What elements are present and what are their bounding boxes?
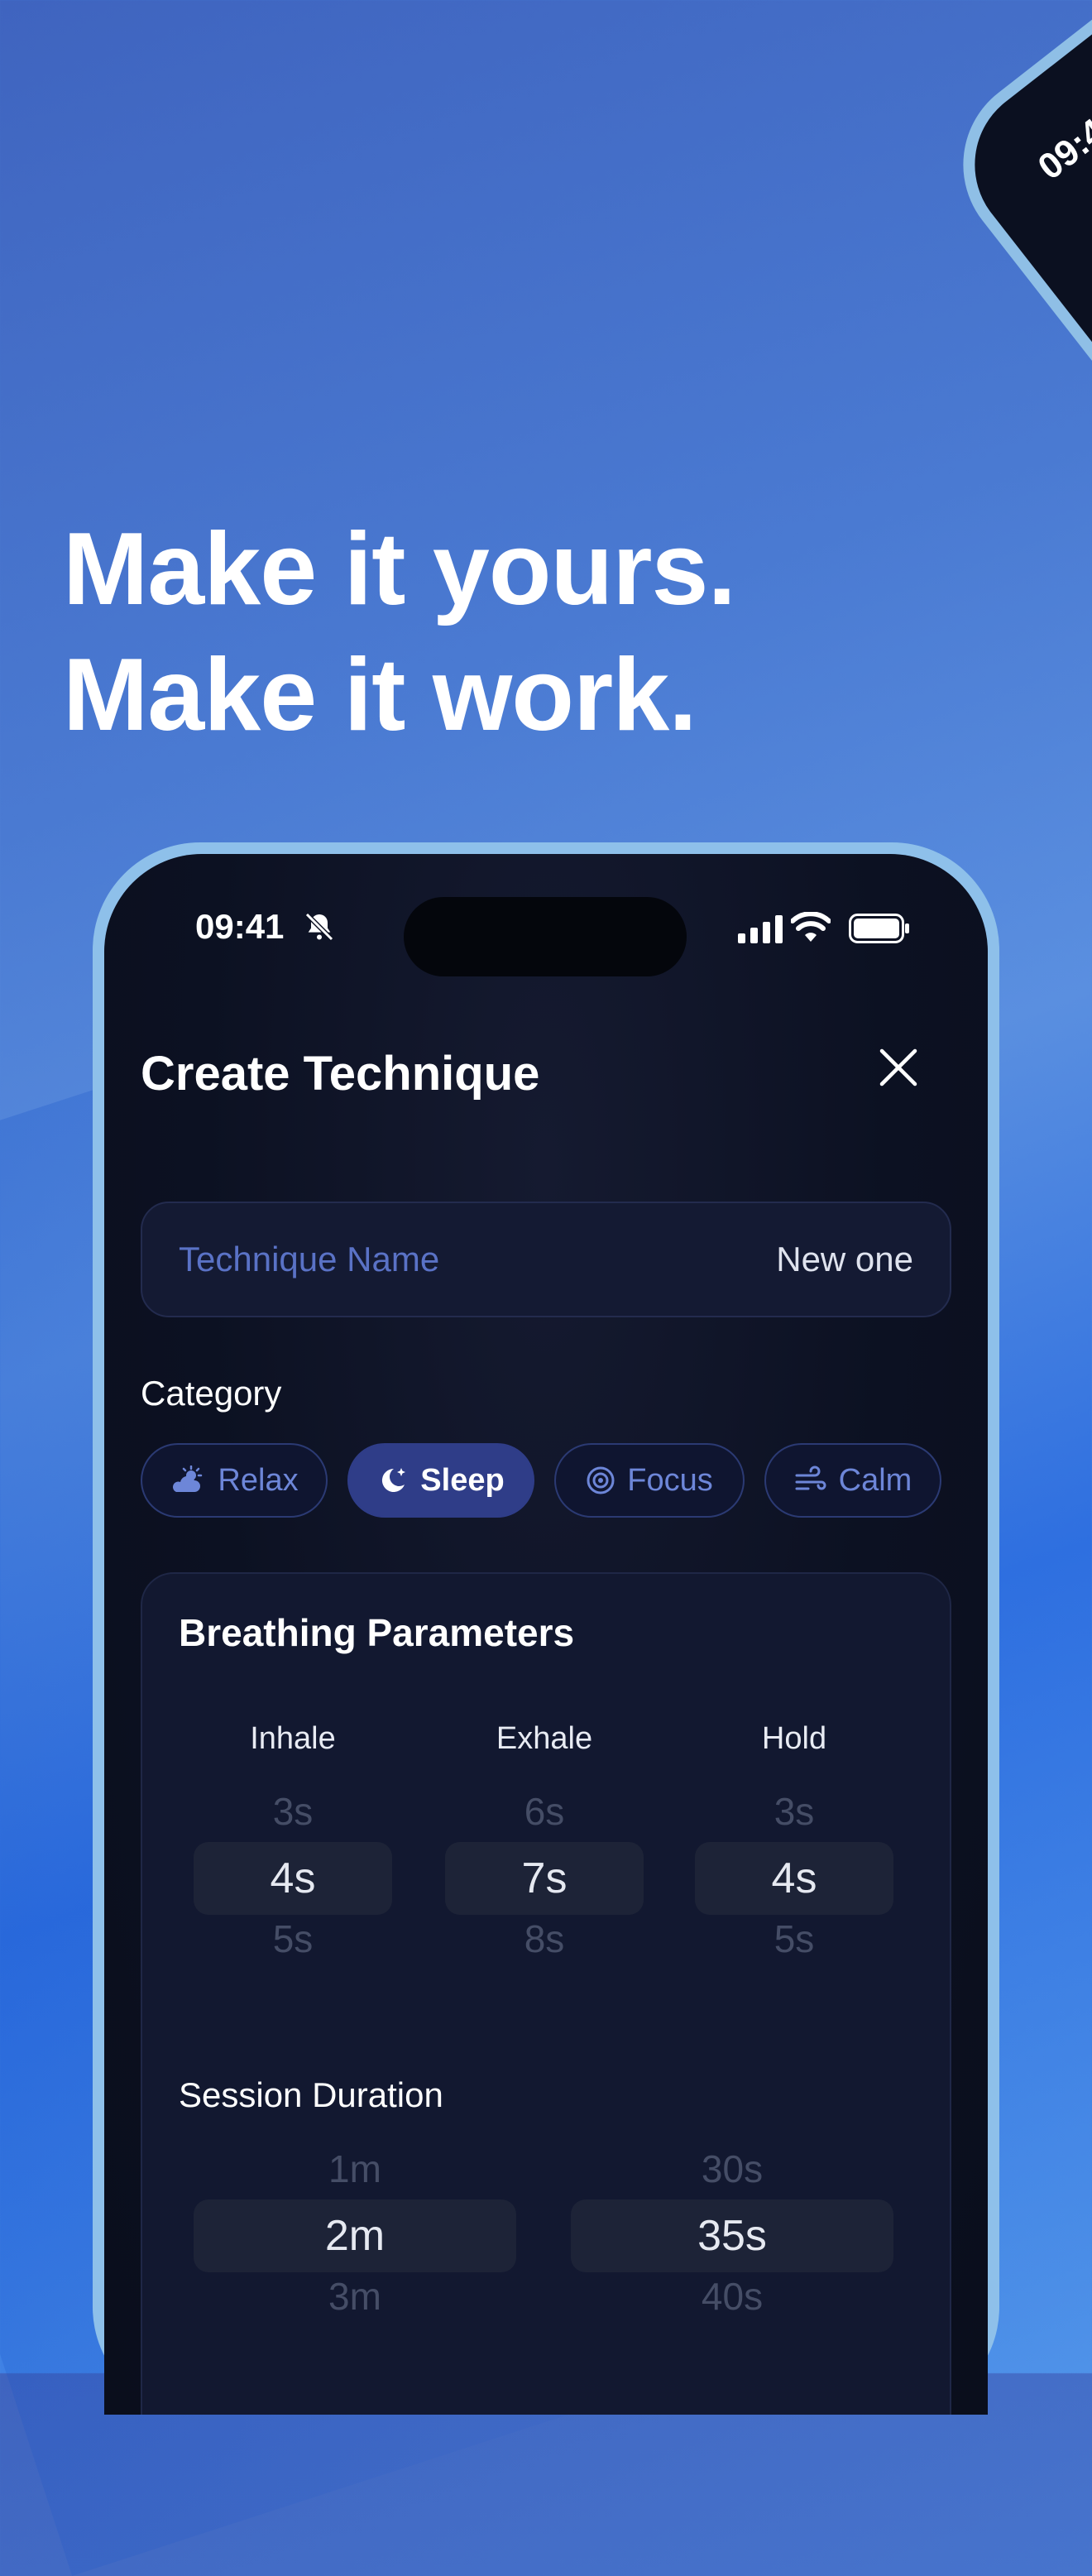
- inhale-option-below[interactable]: 5s: [194, 1916, 392, 1961]
- minutes-picker[interactable]: 1m 2m 3m: [194, 2147, 516, 2337]
- exhale-picker[interactable]: 6s 7s 8s: [445, 1789, 644, 1979]
- wind-icon: [795, 1465, 826, 1490]
- breathing-parameters-card: Breathing Parameters Inhale Exhale Hold …: [141, 1572, 951, 2415]
- hold-selected[interactable]: 4s: [695, 1842, 893, 1915]
- seconds-option-below[interactable]: 40s: [571, 2274, 893, 2319]
- chip-focus[interactable]: Focus: [554, 1443, 745, 1518]
- seconds-selected[interactable]: 35s: [571, 2199, 893, 2272]
- cloud-sun-icon: [173, 1465, 203, 1492]
- inhale-picker[interactable]: 3s 4s 5s: [194, 1789, 392, 1979]
- category-chips: Relax Sleep Focus Calm: [141, 1443, 968, 1518]
- hold-label: Hold: [761, 1721, 827, 1756]
- headline-line-1: Make it yours.: [63, 512, 736, 626]
- screen-title: Create Technique: [141, 1047, 540, 1101]
- battery-icon: [849, 914, 909, 943]
- wifi-icon: [791, 912, 831, 942]
- category-label: Category: [141, 1374, 282, 1413]
- seconds-option-above[interactable]: 30s: [571, 2147, 893, 2191]
- seconds-picker[interactable]: 30s 35s 40s: [571, 2147, 893, 2337]
- chip-relax-label: Relax: [218, 1462, 299, 1498]
- hold-picker[interactable]: 3s 4s 5s: [695, 1789, 893, 1979]
- exhale-label: Exhale: [496, 1721, 593, 1756]
- signal-icon: [738, 915, 783, 943]
- technique-name-label: Technique Name: [179, 1240, 440, 1278]
- app-screen: 09:41 Create Technique Technique Name Ne…: [104, 854, 988, 2415]
- inhale-selected[interactable]: 4s: [194, 1842, 392, 1915]
- chip-relax[interactable]: Relax: [141, 1443, 328, 1518]
- chip-sleep-label: Sleep: [420, 1462, 505, 1498]
- inhale-option-above[interactable]: 3s: [194, 1789, 392, 1834]
- chip-focus-label: Focus: [627, 1462, 713, 1498]
- headline-line-2: Make it work.: [63, 638, 697, 752]
- chip-sleep[interactable]: Sleep: [347, 1443, 534, 1518]
- exhale-option-above[interactable]: 6s: [445, 1789, 644, 1834]
- phone-mockup: 09:41 Create Technique Technique Name Ne…: [93, 842, 999, 2415]
- exhale-selected[interactable]: 7s: [445, 1842, 644, 1915]
- breathing-parameters-title: Breathing Parameters: [179, 1611, 575, 1654]
- chip-calm[interactable]: Calm: [764, 1443, 941, 1518]
- headline: Make it yours. Make it work.: [63, 506, 736, 758]
- secondary-phone-time: 09:41: [1030, 98, 1092, 188]
- session-duration-label: Session Duration: [179, 2075, 443, 2114]
- minutes-option-below[interactable]: 3m: [194, 2274, 516, 2319]
- dynamic-island: [404, 897, 687, 976]
- moon-star-icon: [382, 1468, 406, 1492]
- chip-calm-label: Calm: [838, 1462, 912, 1498]
- close-icon[interactable]: [874, 1043, 923, 1092]
- inhale-label: Inhale: [250, 1721, 336, 1756]
- exhale-option-below[interactable]: 8s: [445, 1916, 644, 1961]
- minutes-option-above[interactable]: 1m: [194, 2147, 516, 2191]
- technique-name-value[interactable]: New one: [776, 1240, 913, 1279]
- technique-name-field[interactable]: Technique Name New one: [141, 1202, 951, 1317]
- hold-option-above[interactable]: 3s: [695, 1789, 893, 1834]
- hold-option-below[interactable]: 5s: [695, 1916, 893, 1961]
- target-icon: [587, 1466, 615, 1494]
- minutes-selected[interactable]: 2m: [194, 2199, 516, 2272]
- status-time: 09:41: [195, 907, 285, 946]
- bell-slash-icon: [304, 912, 334, 942]
